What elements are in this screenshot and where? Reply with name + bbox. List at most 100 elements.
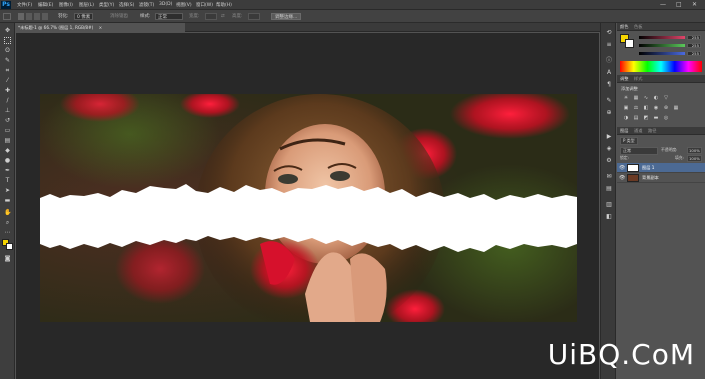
photo-filter-icon[interactable]: ◉ [653,105,659,111]
menu-file[interactable]: 文件(F) [17,2,32,8]
actions-panel-icon[interactable]: ▶ [605,133,613,140]
channels-tab[interactable]: 通道 [634,128,642,134]
history-panel-icon[interactable]: ⟲ [605,29,613,36]
move-tool-icon[interactable]: ✥ [4,27,11,34]
hue-saturation-icon[interactable]: ▣ [623,105,629,111]
blur-icon[interactable]: ◆ [4,147,11,154]
styles-tab[interactable]: 样式 [634,76,642,82]
style-select[interactable]: 正常 [155,13,183,20]
blue-value[interactable]: 255 [687,51,701,56]
green-slider[interactable] [639,44,685,47]
levels-icon[interactable]: ▦ [633,95,639,101]
navigator-panel-icon[interactable]: ◈ [605,145,613,152]
posterize-icon[interactable]: ▤ [633,115,639,121]
gradient-icon[interactable]: ▤ [4,137,11,144]
menu-type[interactable]: 类型(Y) [99,2,114,8]
eyedropper-icon[interactable]: ⁄ [4,77,11,84]
color-spectrum[interactable] [620,61,702,72]
blue-slider[interactable] [639,52,685,55]
intersect-selection-icon[interactable] [42,13,48,20]
dodge-icon[interactable]: ● [4,157,11,164]
more-tools-icon[interactable]: ⋯ [4,229,11,236]
brush-panel-icon[interactable]: ✎ [605,97,613,104]
brush-icon[interactable]: ∕ [4,97,11,104]
eraser-icon[interactable]: ▭ [4,127,11,134]
fill-input[interactable]: 100% [687,155,702,162]
visibility-icon[interactable]: 👁 [619,175,625,181]
background-color-swatch[interactable] [6,243,13,250]
quick-mask-icon[interactable]: ◙ [4,255,11,262]
vibrance-icon[interactable]: ▽ [663,95,669,101]
type-icon[interactable]: T [4,177,11,184]
visibility-icon[interactable]: 👁 [619,165,625,171]
hand-icon[interactable]: ✋ [4,209,11,216]
new-selection-icon[interactable] [18,13,24,20]
document-image[interactable] [40,94,577,322]
adjustments-tab[interactable]: 调整 [620,76,628,82]
clone-stamp-icon[interactable]: ⊥ [4,107,11,114]
timeline-panel-icon[interactable]: ▤ [605,185,613,192]
green-value[interactable]: 255 [687,43,701,48]
menu-layer[interactable]: 图层(L) [79,2,94,8]
layer-filter-select[interactable]: P 类型 [620,137,638,145]
swatches-tab[interactable]: 色板 [634,24,642,30]
feather-input[interactable]: 0 像素 [74,13,94,20]
brightness-icon[interactable]: ☀ [623,95,629,101]
zoom-icon[interactable]: ⌕ [4,219,11,226]
invert-icon[interactable]: ◑ [623,115,629,121]
marquee-tool-icon[interactable] [3,13,11,20]
paths-tab[interactable]: 路径 [648,128,656,134]
refine-edge-button[interactable]: 调整边缘... [271,13,302,20]
character-panel-icon[interactable]: A [605,69,613,76]
menu-window[interactable]: 窗口(W) [196,2,213,8]
quick-select-icon[interactable]: ✎ [4,57,11,64]
menu-select[interactable]: 选择(S) [119,2,134,8]
width-input[interactable] [205,13,217,20]
maximize-icon[interactable]: □ [676,1,682,8]
menu-edit[interactable]: 编辑(E) [38,2,53,8]
threshold-icon[interactable]: ◩ [643,115,649,121]
crop-icon[interactable]: ⌗ [4,67,11,74]
menu-view[interactable]: 视图(V) [176,2,192,8]
close-tab-icon[interactable]: × [99,25,103,30]
background-swatch[interactable] [625,39,634,48]
channel-mixer-icon[interactable]: ⊛ [663,105,669,111]
blend-mode-select[interactable]: 正常 [620,147,658,155]
antialias-checkbox[interactable]: 消除锯齿 [110,13,128,20]
document-tab[interactable]: *未标题-1 @ 66.7% (图层 1, RGB/8#) × [15,23,185,32]
info-panel-icon[interactable]: ⓘ [605,57,613,64]
shape-icon[interactable]: ▬ [4,197,11,204]
close-icon[interactable]: ✕ [692,1,697,8]
opacity-input[interactable]: 100% [687,147,702,154]
rectangular-marquee-icon[interactable] [4,37,11,44]
path-select-icon[interactable]: ➤ [4,187,11,194]
color-balance-icon[interactable]: ⚖ [633,105,639,111]
layer-row[interactable]: 👁 图层 1 [617,163,705,173]
subtract-selection-icon[interactable] [34,13,40,20]
layer-comps-icon[interactable]: ◧ [605,213,613,220]
color-lookup-icon[interactable]: ▦ [673,105,679,111]
paragraph-panel-icon[interactable]: ¶ [605,81,613,88]
menu-3d[interactable]: 3D(D) [159,2,172,7]
curves-icon[interactable]: ∿ [643,95,649,101]
gradient-map-icon[interactable]: ▬ [653,115,659,121]
menu-filter[interactable]: 滤镜(T) [139,2,154,8]
layer-row[interactable]: 👁 背景副本 [617,173,705,183]
menu-help[interactable]: 帮助(H) [216,2,232,8]
properties-panel-icon[interactable]: ≡ [605,41,613,48]
swap-icon[interactable]: ⇄ [221,13,225,20]
pen-icon[interactable]: ✒ [4,167,11,174]
lasso-icon[interactable]: ʘ [4,47,11,54]
tool-presets-icon[interactable]: ⚙ [605,157,613,164]
menu-image[interactable]: 图像(I) [59,2,73,8]
selective-color-icon[interactable]: ◎ [663,115,669,121]
layers-tab[interactable]: 图层 [620,128,628,134]
red-value[interactable]: 255 [687,35,701,40]
height-input[interactable] [248,13,260,20]
exposure-icon[interactable]: ◐ [653,95,659,101]
history-brush-icon[interactable]: ↺ [4,117,11,124]
histogram-panel-icon[interactable]: ▥ [605,201,613,208]
healing-brush-icon[interactable]: ✚ [4,87,11,94]
black-white-icon[interactable]: ◧ [643,105,649,111]
color-tab[interactable]: 颜色 [620,24,628,30]
